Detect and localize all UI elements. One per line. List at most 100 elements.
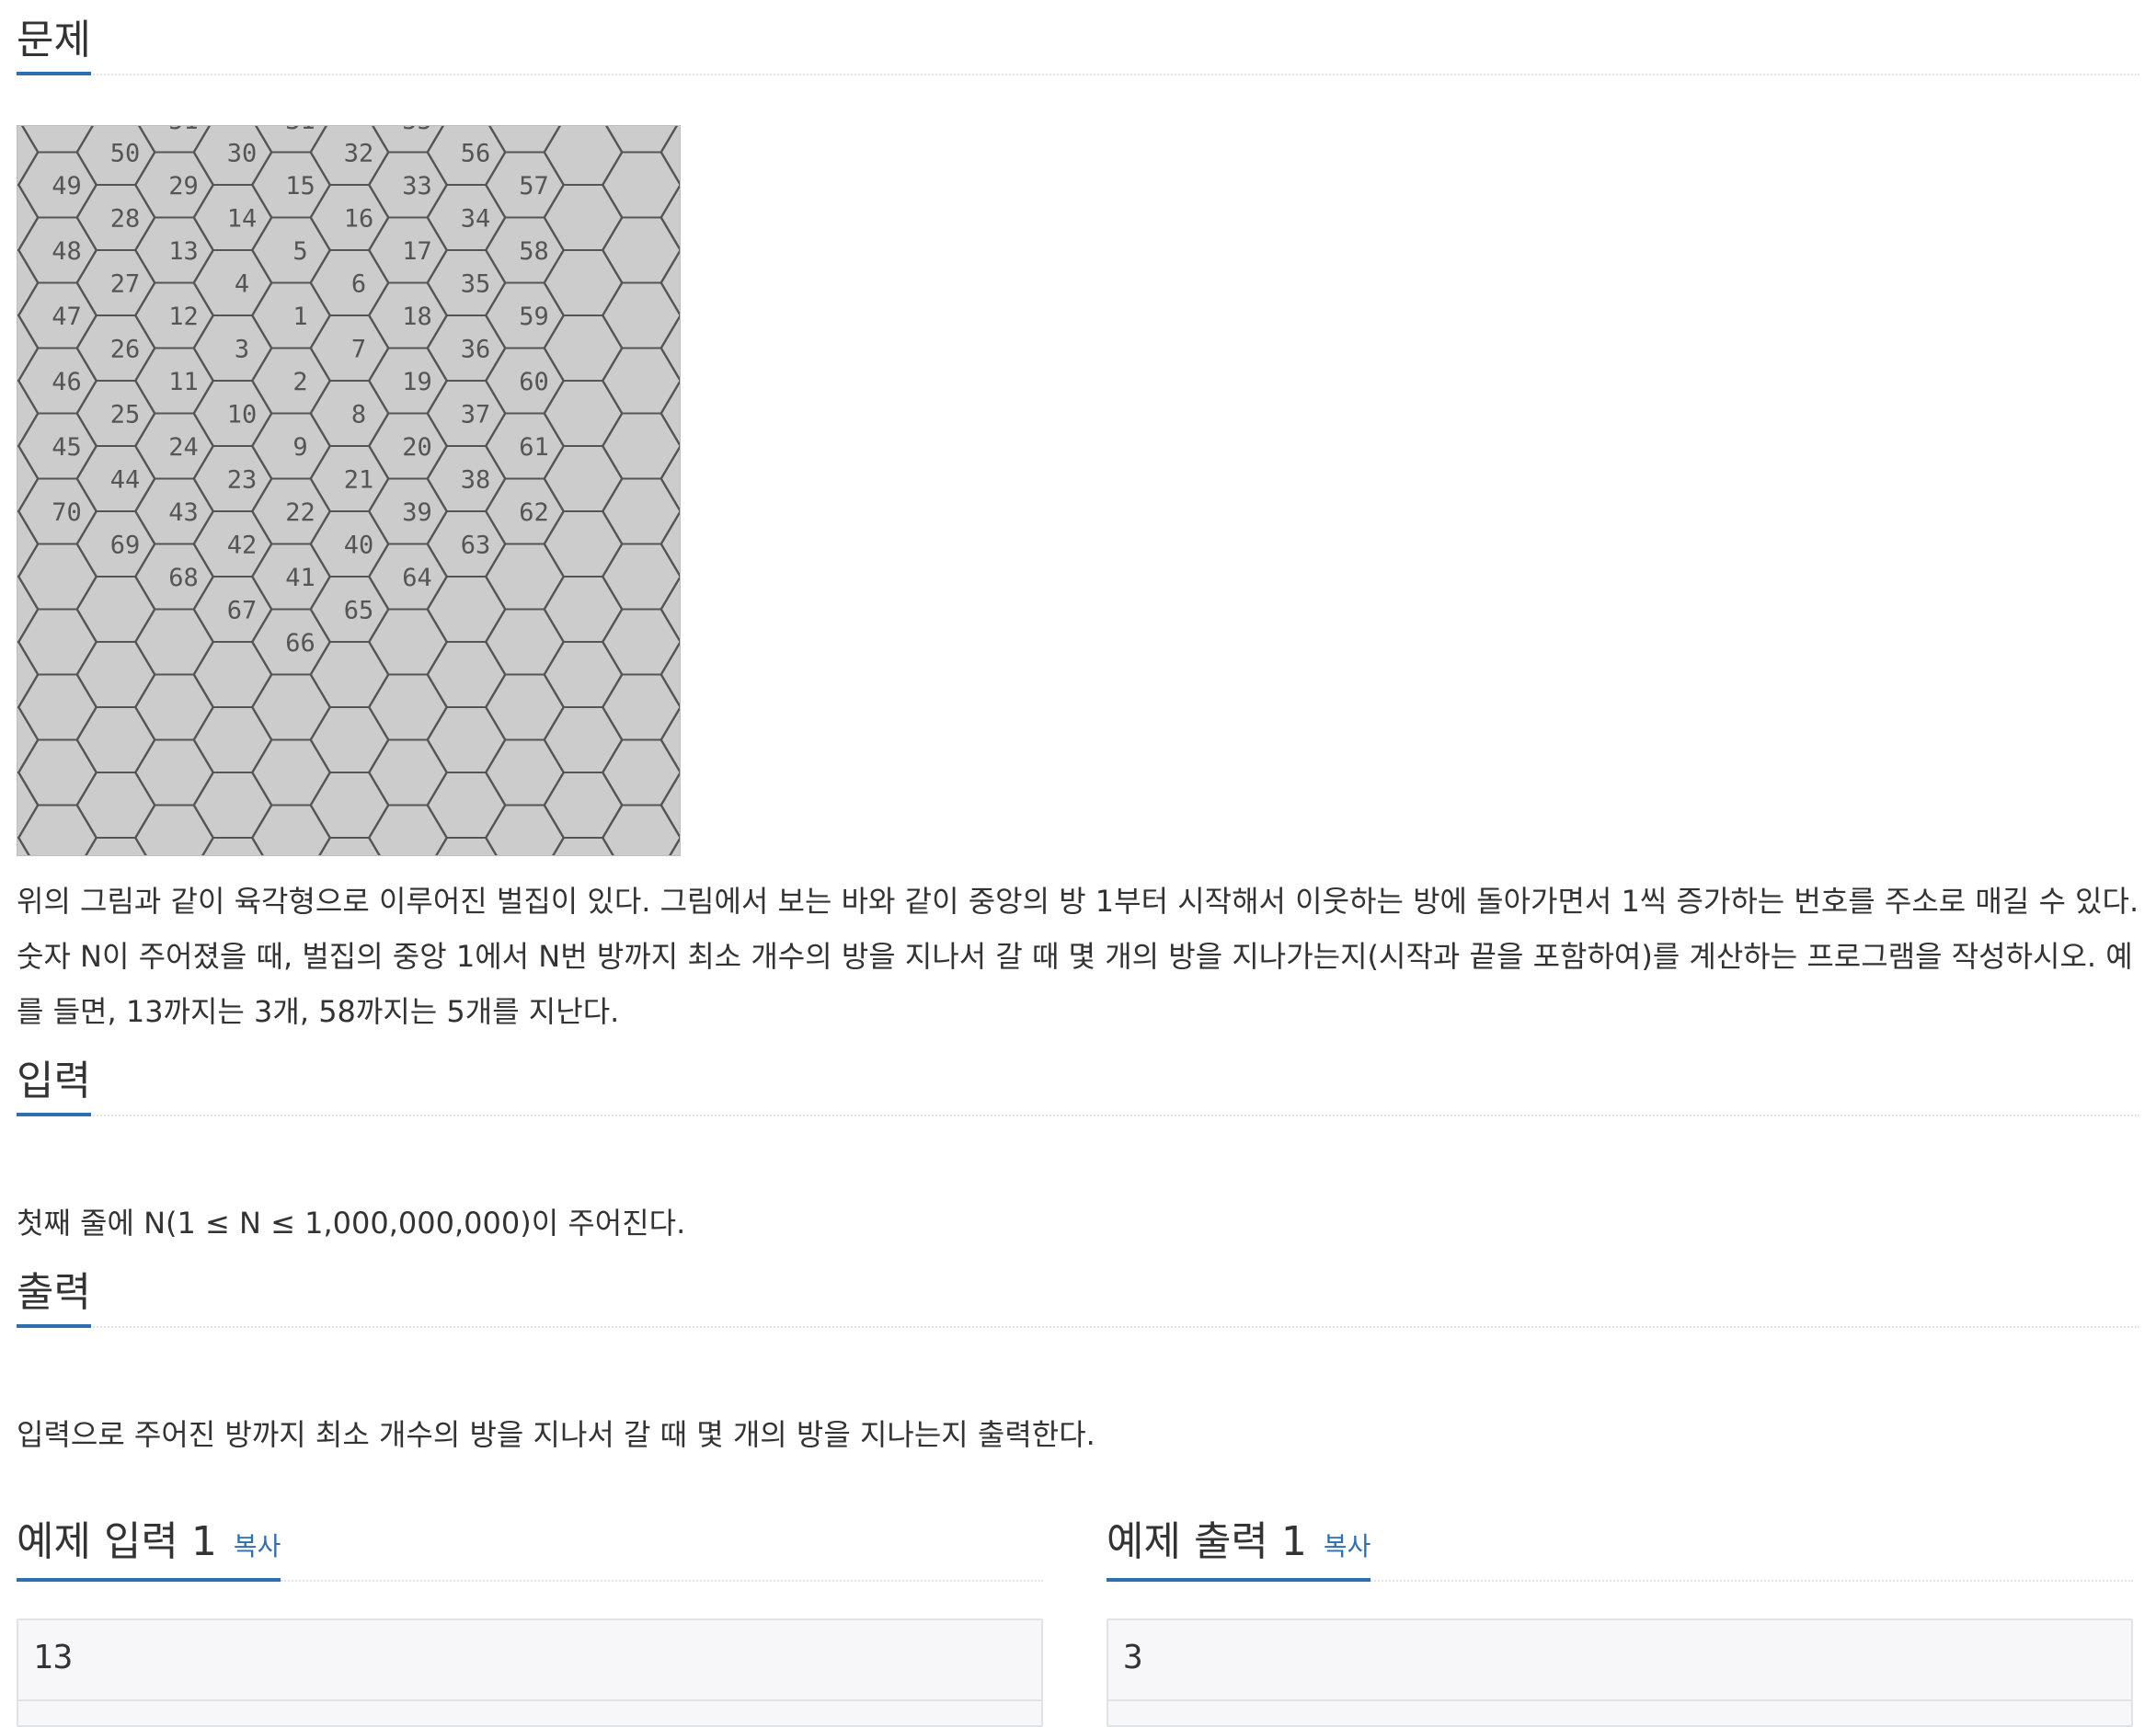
hex-cell <box>309 380 390 447</box>
hex-room-label: 34 <box>461 205 491 234</box>
sample-output-box[interactable]: 3 <box>1107 1618 2133 1727</box>
hex-room-label: 29 <box>168 172 199 200</box>
hex-room-label: 19 <box>402 368 432 396</box>
hex-cell <box>659 641 680 708</box>
hex-cell <box>485 673 565 741</box>
hex-cell <box>659 706 680 773</box>
hex-cell <box>426 772 507 839</box>
output-header: 출력 <box>17 1267 2139 1328</box>
hex-cell <box>426 641 507 708</box>
hex-cell <box>75 706 156 773</box>
hex-room-label: 14 <box>227 205 258 234</box>
hex-cell <box>309 249 390 316</box>
hex-room-label: 59 <box>519 303 549 331</box>
hex-cell <box>659 445 680 512</box>
hex-cell <box>251 412 331 480</box>
hex-cell <box>192 706 273 773</box>
hex-room-label: 33 <box>402 172 432 200</box>
problem-description: 위의 그림과 같이 육각형으로 이루어진 벌집이 있다. 그림에서 보는 바와 … <box>17 884 2139 1029</box>
hex-cell <box>318 837 381 855</box>
hex-room-label: 48 <box>52 237 82 266</box>
hex-cell <box>368 608 448 676</box>
hex-cell <box>543 641 624 708</box>
hex-cell <box>602 412 680 480</box>
hex-cell <box>85 837 147 855</box>
hex-room-label: 56 <box>461 140 491 168</box>
copy-output-button[interactable]: 복사 <box>1324 1531 1371 1561</box>
hex-cell <box>602 281 680 349</box>
hex-cell <box>602 804 680 855</box>
input-header: 입력 <box>17 1056 2139 1116</box>
hex-room-label: 32 <box>344 140 374 168</box>
hex-room-label: .. <box>17 466 23 495</box>
header-divider <box>17 1115 2139 1116</box>
hex-cell <box>543 706 624 773</box>
honeycomb-image: 5352545131555030325649291533572814163448… <box>17 126 680 855</box>
hex-cell <box>659 510 680 578</box>
hex-cell <box>368 738 448 806</box>
hex-cell <box>17 576 40 643</box>
hex-room-label: 26 <box>110 336 141 364</box>
hex-cell <box>17 608 97 676</box>
hex-room-label: 31 <box>285 126 315 135</box>
hex-room-label: 36 <box>461 336 491 364</box>
hex-room-label: 28 <box>110 205 141 234</box>
input-section: 입력 첫째 줄에 N(1 ≤ N ≤ 1,000,000,000)이 주어진다. <box>17 1056 2139 1241</box>
hex-cell <box>134 738 214 806</box>
hex-cell <box>543 126 624 186</box>
hex-room-label: 55 <box>402 126 432 135</box>
hex-room-label: 64 <box>402 564 432 592</box>
hex-cell <box>485 804 565 855</box>
hex-cell <box>192 772 273 839</box>
hex-cell <box>309 772 390 839</box>
hex-cell <box>543 510 624 578</box>
hex-room-label: 37 <box>461 401 491 429</box>
hex-cell <box>543 576 624 643</box>
hex-room-label: 68 <box>168 564 199 592</box>
hex-room-label: 2 <box>292 368 307 396</box>
hex-cell <box>368 804 448 855</box>
honeycomb-figure: 5352545131555030325649291533572814163448… <box>17 125 681 856</box>
hex-room-label: 16 <box>344 205 374 234</box>
hex-room-label: .. <box>17 401 23 429</box>
hex-room-label: 60 <box>519 368 549 396</box>
copy-input-button[interactable]: 복사 <box>234 1531 281 1561</box>
sample-output-title: 예제 출력 1 <box>1107 1518 1307 1565</box>
hex-room-label: 67 <box>227 597 258 625</box>
hex-cell <box>75 772 156 839</box>
hex-cell <box>426 576 507 643</box>
hex-cell <box>543 249 624 316</box>
hex-room-label: 65 <box>344 597 374 625</box>
hex-cell <box>309 315 390 382</box>
hex-cell <box>251 281 331 349</box>
sample-input-title-wrap: 예제 입력 1 복사 <box>17 1515 281 1582</box>
hex-cell <box>602 216 680 284</box>
problem-header: 문제 <box>17 15 2139 75</box>
hex-cell <box>17 706 40 773</box>
hex-cell <box>543 445 624 512</box>
hex-room-label: 6 <box>351 270 366 299</box>
hex-cell <box>659 184 680 251</box>
hex-cell <box>659 315 680 382</box>
sample-input-box[interactable]: 13 <box>17 1618 1043 1727</box>
hex-room-label: 57 <box>519 172 549 200</box>
hex-cell <box>426 706 507 773</box>
hex-cell <box>485 738 565 806</box>
sample-output-title-wrap: 예제 출력 1 복사 <box>1107 1515 1371 1582</box>
sample-box-footer <box>18 1699 1041 1725</box>
hex-room-label: 58 <box>519 237 549 266</box>
hex-cell <box>17 184 40 251</box>
hex-room-label: 39 <box>402 498 432 527</box>
hex-cell <box>485 543 565 611</box>
hex-room-label: 63 <box>461 532 491 560</box>
hex-room-label: 62 <box>519 498 549 527</box>
hex-cell <box>192 641 273 708</box>
hex-cell <box>602 608 680 676</box>
problem-text-block: 위의 그림과 같이 육각형으로 이루어진 벌집이 있다. 그림에서 보는 바와 … <box>17 874 2139 1039</box>
hex-cell <box>17 804 97 855</box>
hex-cell <box>602 347 680 415</box>
hex-room-label: 51 <box>168 126 199 135</box>
hex-room-label: 40 <box>344 532 374 560</box>
hex-room-label: 23 <box>227 466 258 495</box>
hex-cell <box>309 706 390 773</box>
